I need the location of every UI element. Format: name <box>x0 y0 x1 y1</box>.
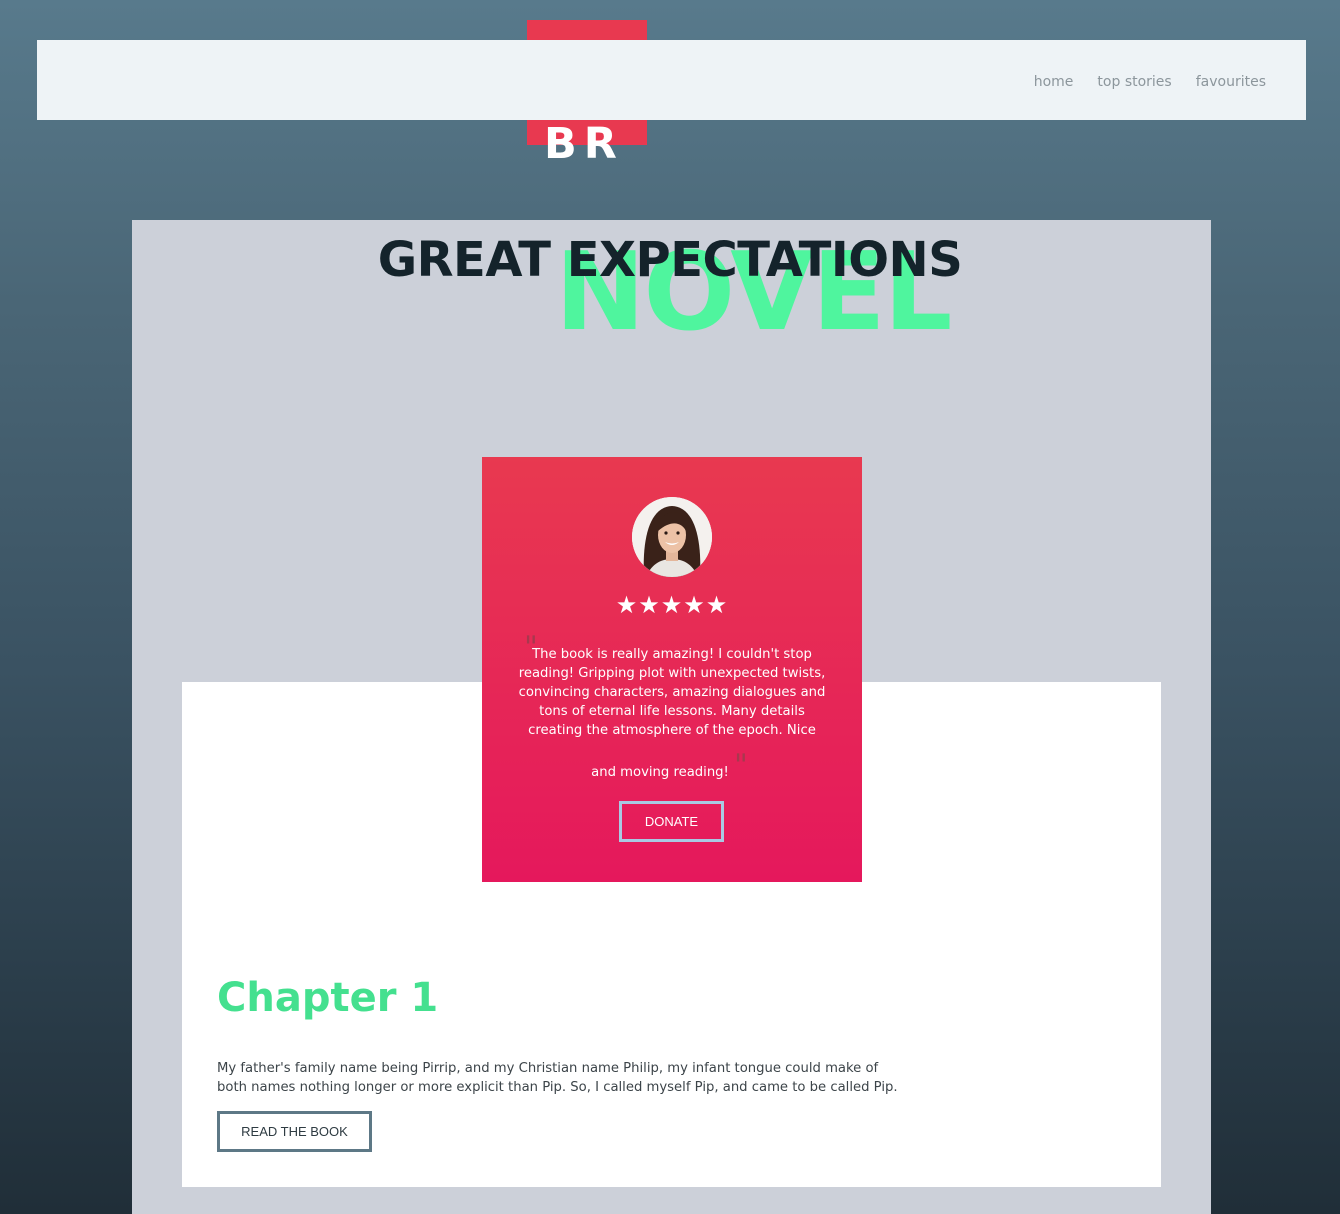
nav-link-top-stories[interactable]: top stories <box>1097 74 1171 90</box>
read-book-button[interactable]: READ THE BOOK <box>217 1111 372 1152</box>
logo-accent-bar <box>527 20 647 40</box>
nav-link-favourites[interactable]: favourites <box>1196 74 1266 90</box>
chapter-title: Chapter 1 <box>217 975 439 1021</box>
reviewer-avatar <box>632 497 712 577</box>
testimonial-card: ★★★★★ " The book is really amazing! I co… <box>482 457 862 882</box>
hero-title: GREAT EXPECTATIONS <box>377 232 963 288</box>
nav-links: home top stories favourites <box>1034 74 1266 90</box>
reviewer-photo-icon <box>632 497 712 577</box>
rating-stars: ★★★★★ <box>615 591 729 619</box>
site-logo[interactable]: BR <box>544 118 644 170</box>
chapter-excerpt: My father's family name being Pirrip, an… <box>217 1061 898 1095</box>
donate-button[interactable]: DONATE <box>619 801 724 842</box>
nav-link-home[interactable]: home <box>1034 74 1074 90</box>
testimonial-quote-end: and moving reading! <box>591 765 729 780</box>
testimonial-quote: The book is really amazing! I couldn't s… <box>518 647 826 738</box>
close-quote-icon: " <box>734 748 748 783</box>
